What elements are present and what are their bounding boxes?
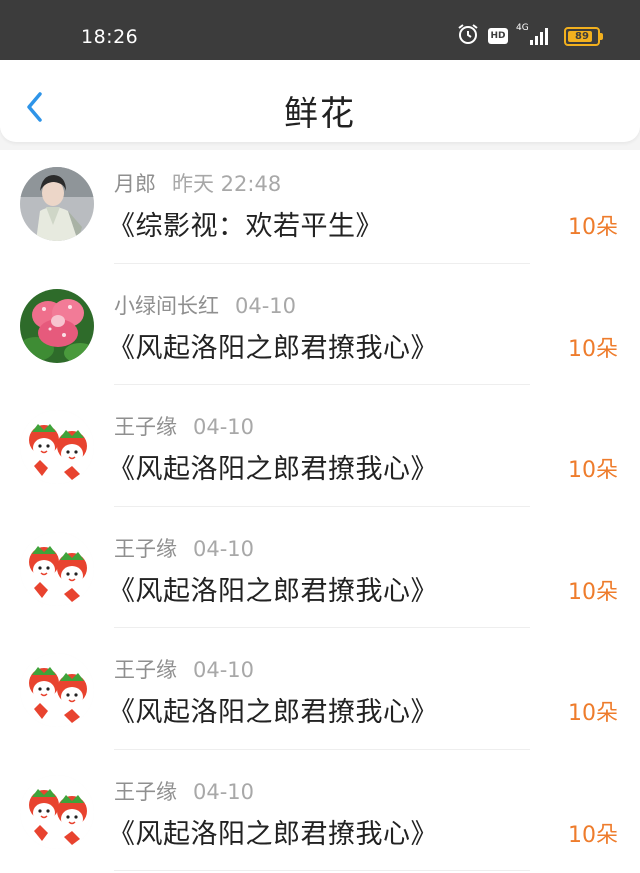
avatar[interactable] — [20, 653, 94, 727]
flower-avatar-icon — [20, 288, 94, 363]
strawberry-cartoon-avatar-icon — [20, 653, 94, 727]
book-title[interactable]: 《风起洛阳之郎君撩我心》 — [108, 690, 438, 729]
user-name: 王子缘 — [114, 779, 177, 804]
flower-count: 10朵 — [568, 336, 618, 362]
portrait-avatar-icon — [20, 167, 94, 241]
avatar[interactable] — [20, 774, 94, 849]
user-name: 小绿间长红 — [114, 293, 219, 318]
entry-meta: 王子缘 04-10 — [114, 776, 254, 806]
entry-date: 04-10 — [193, 779, 255, 804]
avatar[interactable] — [20, 288, 94, 363]
flower-count: 10朵 — [568, 701, 618, 726]
divider — [114, 870, 530, 871]
book-title[interactable]: 《风起洛阳之郎君撩我心》 — [108, 812, 438, 851]
entry-date: 04-10 — [193, 658, 255, 682]
flower-count: 10朵 — [568, 822, 618, 848]
battery-level: 89 — [575, 30, 589, 42]
user-name: 王子缘 — [114, 658, 177, 682]
avatar[interactable] — [20, 410, 94, 484]
list-item[interactable]: 王子缘 04-10 《风起洛阳之郎君撩我心》 10朵 — [0, 385, 640, 507]
status-bar: 18:26 HD 4G 89 — [0, 0, 640, 60]
list-item[interactable]: 月郎 昨天 22:48 《综影视：欢若平生》 10朵 — [0, 142, 640, 264]
entry-date: 04-10 — [193, 415, 255, 439]
entry-meta: 王子缘 04-10 — [114, 654, 254, 684]
strawberry-cartoon-avatar-icon — [20, 531, 94, 606]
user-name: 月郎 — [114, 172, 156, 196]
entry-meta: 王子缘 04-10 — [114, 533, 254, 563]
signal-icon: 4G — [516, 23, 556, 47]
flower-count: 10朵 — [568, 579, 618, 605]
entry-meta: 月郎 昨天 22:48 — [114, 168, 281, 198]
page-title: 鲜花 — [284, 94, 356, 134]
status-time: 18:26 — [81, 26, 139, 48]
book-title[interactable]: 《风起洛阳之郎君撩我心》 — [108, 569, 438, 608]
entry-meta: 王子缘 04-10 — [114, 411, 254, 441]
flower-list: 月郎 昨天 22:48 《综影视：欢若平生》 10朵 小绿间长红 04-10 《… — [0, 142, 640, 871]
network-type: 4G — [516, 23, 529, 33]
avatar[interactable] — [20, 167, 94, 241]
book-title[interactable]: 《综影视：欢若平生》 — [108, 204, 383, 243]
alarm-icon — [456, 22, 480, 50]
list-item[interactable]: 王子缘 04-10 《风起洛阳之郎君撩我心》 10朵 — [0, 507, 640, 628]
avatar[interactable] — [20, 531, 94, 606]
list-item[interactable]: 王子缘 04-10 《风起洛阳之郎君撩我心》 10朵 — [0, 750, 640, 871]
entry-date: 04-10 — [235, 293, 297, 318]
entry-meta: 小绿间长红 04-10 — [114, 290, 296, 320]
status-icons: HD 4G 89 — [456, 22, 603, 50]
list-item[interactable]: 小绿间长红 04-10 《风起洛阳之郎君撩我心》 10朵 — [0, 264, 640, 385]
battery-icon: 89 — [564, 26, 603, 46]
flower-count: 10朵 — [568, 458, 618, 483]
entry-date: 昨天 22:48 — [172, 172, 282, 196]
flower-count: 10朵 — [568, 215, 618, 240]
hd-icon: HD — [488, 28, 508, 44]
strawberry-cartoon-avatar-icon — [20, 774, 94, 849]
nav-header: 鲜花 — [0, 60, 640, 142]
user-name: 王子缘 — [114, 415, 177, 439]
entry-date: 04-10 — [193, 536, 255, 561]
book-title[interactable]: 《风起洛阳之郎君撩我心》 — [108, 326, 438, 365]
user-name: 王子缘 — [114, 536, 177, 561]
book-title[interactable]: 《风起洛阳之郎君撩我心》 — [108, 447, 438, 486]
strawberry-cartoon-avatar-icon — [20, 410, 94, 484]
list-item[interactable]: 王子缘 04-10 《风起洛阳之郎君撩我心》 10朵 — [0, 628, 640, 750]
